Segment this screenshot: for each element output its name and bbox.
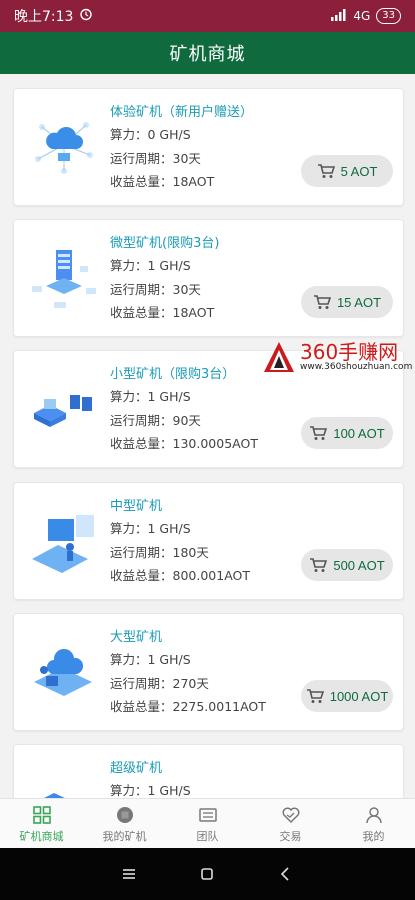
system-nav-bar (0, 848, 415, 900)
miner-image-server (24, 236, 104, 316)
buy-price: 5 AOT (340, 163, 378, 179)
card-income: 收益总量：2275.0011AOT (110, 699, 266, 714)
miner-card[interactable]: 微型矿机(限购3台) 算力：1 GH/S 运行周期：30天 收益总量：18AOT… (13, 219, 404, 337)
back-icon[interactable] (277, 865, 295, 883)
buy-price: 1000 AOT (329, 688, 389, 704)
buy-price: 100 AOT (333, 425, 385, 441)
buy-button[interactable]: 15 AOT (301, 286, 393, 318)
miner-list[interactable]: 体验矿机（新用户赠送） 算力：0 GH/S 运行周期：30天 收益总量：18AO… (0, 74, 415, 798)
tab-my-miners[interactable]: 我的矿机 (83, 799, 166, 849)
page-title: 矿机商城 (169, 44, 246, 65)
signal-icon (331, 8, 347, 24)
card-period: 运行周期：270天 (110, 676, 209, 691)
buy-price: 15 AOT (336, 294, 382, 310)
miner-image-chip (24, 367, 104, 447)
card-income: 收益总量：18AOT (110, 174, 215, 189)
card-period: 运行周期：30天 (110, 151, 201, 166)
cart-icon (313, 295, 331, 309)
home-icon[interactable] (198, 865, 216, 883)
tab-label: 我的矿机 (102, 829, 147, 843)
miner-card[interactable]: 体验矿机（新用户赠送） 算力：0 GH/S 运行周期：30天 收益总量：18AO… (13, 88, 404, 206)
cart-icon (306, 689, 324, 703)
buy-button[interactable]: 1000 AOT (301, 680, 393, 712)
app-header: 矿机商城 (0, 32, 415, 74)
card-income: 收益总量：800.001AOT (110, 568, 250, 583)
tab-me[interactable]: 我的 (332, 799, 415, 849)
watermark-text: 360手赚网 (300, 340, 399, 364)
tab-miner-shop[interactable]: 矿机商城 (0, 799, 83, 849)
battery-icon: 33 (376, 8, 401, 24)
card-power: 算力：1 GH/S (110, 521, 191, 536)
status-bar: 晚上7:13 4G 33 (0, 0, 415, 32)
card-income: 收益总量：130.0005AOT (110, 436, 258, 451)
card-power: 算力：1 GH/S (110, 652, 191, 667)
miner-image-super (24, 761, 104, 798)
tab-label: 交易 (279, 829, 302, 843)
card-title: 大型矿机 (110, 630, 163, 645)
buy-price: 500 AOT (333, 557, 385, 573)
card-period: 运行周期：90天 (110, 413, 201, 428)
buy-button[interactable]: 100 AOT (301, 417, 393, 449)
tab-trade[interactable]: 交易 (249, 799, 332, 849)
miner-card[interactable]: 中型矿机 算力：1 GH/S 运行周期：180天 收益总量：800.001AOT… (13, 482, 404, 600)
card-power: 算力：1 GH/S (110, 258, 191, 273)
card-title: 微型矿机(限购3台) (110, 236, 220, 251)
bottom-tab-bar: 矿机商城 我的矿机 团队 交易 我的 (0, 798, 415, 849)
cart-icon (310, 426, 328, 440)
card-title: 小型矿机（限购3台） (110, 367, 236, 382)
handshake-icon (282, 807, 299, 823)
card-title: 中型矿机 (110, 499, 163, 514)
miner-image-workstation (24, 499, 104, 579)
user-icon (365, 806, 382, 823)
card-power: 算力：0 GH/S (110, 127, 191, 142)
card-title: 超级矿机 (110, 761, 163, 776)
card-income: 收益总量：18AOT (110, 305, 215, 320)
card-power: 算力：1 GH/S (110, 389, 191, 404)
cart-icon (310, 558, 328, 572)
menu-icon[interactable] (120, 865, 138, 883)
cart-icon (317, 164, 335, 178)
tab-team[interactable]: 团队 (166, 799, 249, 849)
team-icon (198, 807, 217, 822)
miner-image-cloud (24, 105, 104, 185)
card-title: 体验矿机（新用户赠送） (110, 105, 254, 120)
watermark-logo: 360手赚网 www.360shouzhuan.com (262, 336, 412, 380)
miner-card[interactable]: 超级矿机 算力：1 GH/S (13, 744, 404, 798)
network-label: 4G (353, 9, 371, 23)
tab-label: 团队 (196, 829, 219, 843)
buy-button[interactable]: 500 AOT (301, 549, 393, 581)
miner-card[interactable]: 大型矿机 算力：1 GH/S 运行周期：270天 收益总量：2275.0011A… (13, 613, 404, 731)
tab-label: 我的 (362, 829, 385, 843)
status-time: 晚上7:13 (14, 9, 74, 25)
miner-icon (116, 806, 133, 823)
card-period: 运行周期：30天 (110, 282, 201, 297)
alarm-icon (79, 7, 93, 25)
miner-image-datacenter (24, 630, 104, 710)
card-period: 运行周期：180天 (110, 545, 209, 560)
grid-icon (32, 805, 51, 824)
card-power: 算力：1 GH/S (110, 783, 191, 798)
buy-button[interactable]: 5 AOT (301, 155, 393, 187)
tab-label: 矿机商城 (19, 829, 64, 843)
watermark-url: www.360shouzhuan.com (300, 362, 413, 372)
